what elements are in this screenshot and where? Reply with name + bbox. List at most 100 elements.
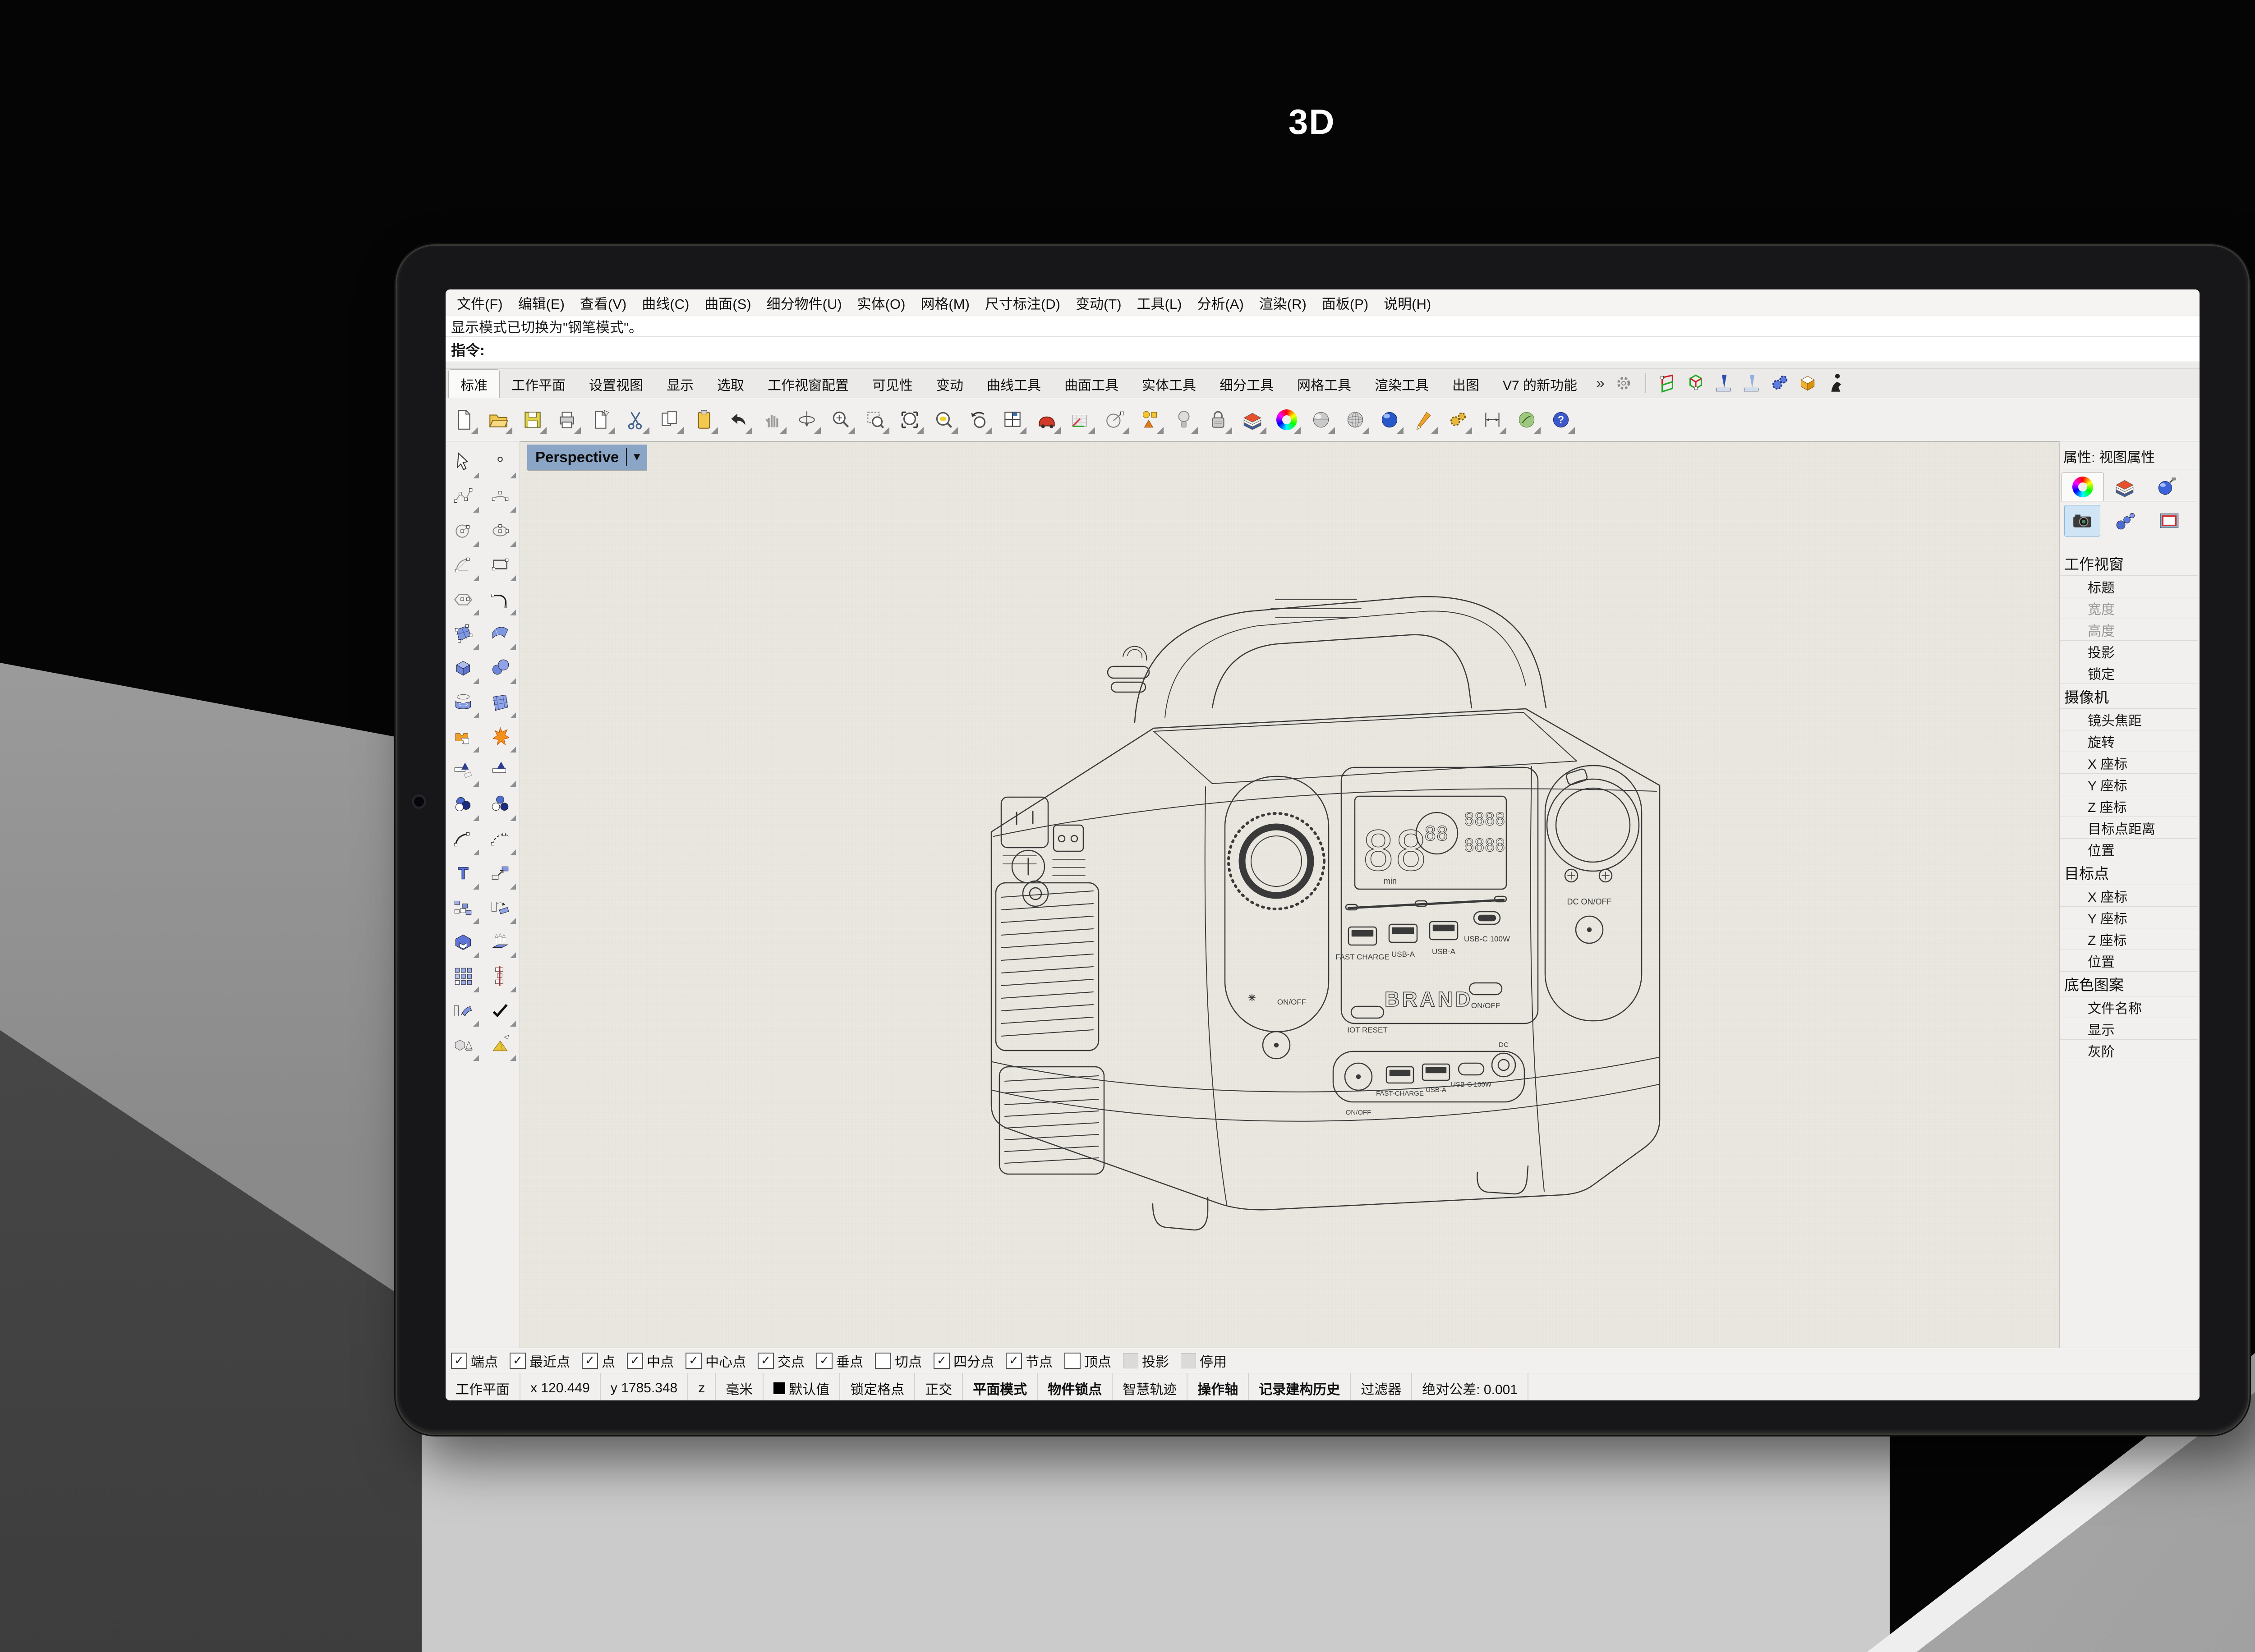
checkbox-icon[interactable]	[1181, 1353, 1196, 1368]
property-row[interactable]: 灰阶	[2060, 1040, 2198, 1061]
toolbar-tab[interactable]: 细分工具	[1208, 370, 1285, 398]
osnap-checked[interactable]: ✓中点	[627, 1351, 674, 1371]
property-row[interactable]: 文件名称	[2060, 996, 2198, 1018]
toolbar-tab[interactable]: 可见性	[861, 370, 925, 398]
viewport-layout-icon[interactable]	[999, 406, 1026, 434]
pyramid-tool-icon[interactable]	[483, 1028, 518, 1062]
property-row[interactable]: 旋转	[2060, 730, 2198, 752]
zoom-window-icon[interactable]	[861, 406, 889, 434]
zoom-icon[interactable]	[827, 406, 855, 434]
arc-tool-icon[interactable]	[446, 548, 481, 582]
extrude-up-tool-icon[interactable]	[483, 925, 518, 959]
cplane-icon[interactable]	[1067, 406, 1095, 434]
property-row[interactable]: X 座标	[2060, 885, 2198, 907]
osnap-checked[interactable]: ✓最近点	[510, 1351, 570, 1371]
beads-view-icon[interactable]	[2108, 505, 2144, 536]
menu-item[interactable]: 变动(T)	[1068, 293, 1129, 313]
status-cell[interactable]: 工作平面	[446, 1373, 520, 1400]
toolbar-tab[interactable]: 设置视图	[577, 370, 655, 398]
osnap-disabled[interactable]: 停用	[1181, 1351, 1227, 1371]
color-wheel-icon[interactable]	[1273, 406, 1301, 434]
menu-item[interactable]: 曲线(C)	[634, 293, 697, 313]
viewport-tab[interactable]: Perspective ▼	[527, 445, 647, 470]
render-green-icon[interactable]	[1513, 406, 1541, 434]
status-cell[interactable]: z	[688, 1373, 716, 1400]
checkbox-icon[interactable]	[1064, 1353, 1081, 1369]
menu-item[interactable]: 细分物件(U)	[759, 293, 850, 313]
solids-tool-icon[interactable]	[446, 1028, 481, 1062]
toolbar-tab[interactable]: 网格工具	[1285, 370, 1363, 398]
undo-icon[interactable]	[724, 406, 752, 434]
rectangle-tool-icon[interactable]	[483, 548, 518, 582]
status-cell[interactable]: 物件锁点	[1038, 1373, 1113, 1400]
control-curve-tool-icon[interactable]	[446, 479, 481, 514]
toolbar-tab[interactable]: 选取	[705, 370, 756, 398]
paste-icon[interactable]	[690, 406, 718, 434]
checkbox-icon[interactable]	[1123, 1353, 1138, 1368]
rotate-view-icon[interactable]	[793, 406, 821, 434]
new-file-icon[interactable]	[450, 406, 478, 434]
status-cell[interactable]: 平面模式	[963, 1373, 1038, 1400]
checkbox-icon[interactable]: ✓	[510, 1353, 526, 1369]
overflow-chevron-icon[interactable]: »	[1593, 375, 1607, 392]
explode-tool-icon[interactable]	[483, 719, 518, 753]
property-row[interactable]: 投影	[2060, 641, 2198, 662]
layers-tab-icon[interactable]	[2104, 473, 2145, 501]
zoom-selected-icon[interactable]	[896, 406, 924, 434]
circle-tool-icon[interactable]	[446, 514, 481, 548]
toolbar-tab[interactable]: 工作平面	[500, 370, 577, 398]
checkbox-icon[interactable]: ✓	[1006, 1353, 1022, 1369]
status-cell[interactable]: 操作轴	[1187, 1373, 1249, 1400]
text-tool-icon[interactable]: T	[446, 856, 481, 890]
property-group[interactable]: 目标点	[2060, 860, 2198, 885]
toolbar-tab[interactable]: 曲线工具	[975, 370, 1053, 398]
puzzle-tool-icon[interactable]	[446, 719, 481, 753]
property-row[interactable]: 标题	[2060, 576, 2198, 597]
status-cell[interactable]: 正交	[915, 1373, 963, 1400]
property-row[interactable]: Y 座标	[2060, 907, 2198, 928]
shell-tool-icon[interactable]	[446, 925, 481, 959]
property-row[interactable]: 显示	[2060, 1018, 2198, 1040]
align-tool-icon[interactable]	[483, 959, 518, 993]
checkbox-icon[interactable]: ✓	[758, 1353, 774, 1369]
color-wheel-tab-icon[interactable]	[2062, 473, 2104, 501]
property-group[interactable]: 摄像机	[2060, 684, 2198, 709]
menu-item[interactable]: 网格(M)	[913, 293, 977, 313]
checkbox-icon[interactable]: ✓	[934, 1353, 950, 1369]
free-curve-tool-icon[interactable]	[483, 479, 518, 514]
menu-item[interactable]: 编辑(E)	[511, 293, 572, 313]
camera-view-icon[interactable]	[2064, 505, 2100, 537]
select-tool-icon[interactable]	[446, 445, 481, 479]
toolbar-tab[interactable]: 渲染工具	[1363, 370, 1440, 398]
zoom-extents-icon[interactable]	[930, 406, 958, 434]
layers-icon[interactable]	[1238, 406, 1266, 434]
menu-item[interactable]: 查看(V)	[572, 293, 634, 313]
toolbar-tab[interactable]: 工作视窗配置	[756, 370, 861, 398]
property-row[interactable]: 镜头焦距	[2060, 709, 2198, 730]
checkbox-icon[interactable]: ✓	[686, 1353, 702, 1369]
property-row[interactable]: 目标点距离	[2060, 817, 2198, 839]
osnap-unchecked[interactable]: 切点	[875, 1351, 922, 1371]
array-tool-icon[interactable]	[446, 959, 481, 993]
status-cell[interactable]: 锁定格点	[840, 1373, 915, 1400]
gear-icon[interactable]	[1612, 372, 1635, 395]
move-tool-icon[interactable]	[483, 856, 518, 890]
iso-box-icon[interactable]	[1796, 372, 1819, 395]
menu-item[interactable]: 渲染(R)	[1252, 293, 1314, 313]
menu-item[interactable]: 说明(H)	[1376, 293, 1439, 313]
patch-tool-icon[interactable]	[483, 685, 518, 719]
checkbox-icon[interactable]: ✓	[627, 1353, 643, 1369]
gear-blue-icon[interactable]	[1768, 372, 1791, 395]
checkbox-icon[interactable]	[875, 1353, 891, 1369]
export-icon[interactable]	[587, 406, 615, 434]
menu-item[interactable]: 实体(O)	[850, 293, 913, 313]
bool-diff-tool-icon[interactable]	[483, 788, 518, 822]
toolbar-tab[interactable]: 变动	[925, 370, 975, 398]
copy-icon[interactable]	[656, 406, 684, 434]
copy-objects-tool-icon[interactable]	[446, 890, 481, 925]
hide-icon[interactable]	[1136, 406, 1164, 434]
named-view-icon[interactable]	[1033, 406, 1061, 434]
lamp-icon[interactable]	[1170, 406, 1198, 434]
property-row[interactable]: Z 座标	[2060, 928, 2198, 950]
print-icon[interactable]	[553, 406, 581, 434]
